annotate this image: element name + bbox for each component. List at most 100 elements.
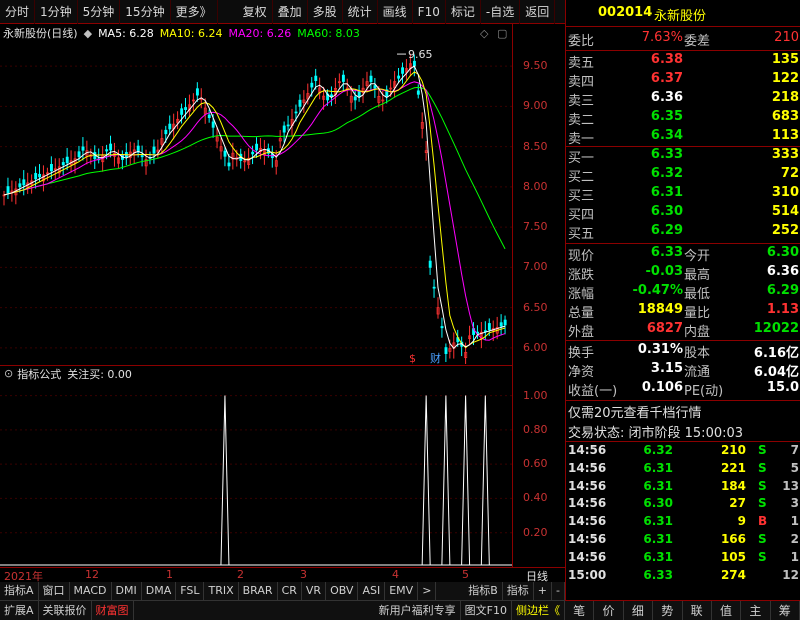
price-tick: 8.00 (523, 179, 548, 193)
candle-body (184, 107, 188, 110)
indicator-tab-1[interactable]: 窗口 (39, 582, 70, 600)
tick-count: 13 (782, 478, 799, 493)
toolbar-item-0[interactable]: 分时 (0, 0, 36, 24)
toolbar-item-1[interactable]: 1分钟 (35, 0, 78, 24)
indicator-spike (421, 395, 431, 566)
indicator-tab-15[interactable]: 指标 (503, 582, 534, 600)
panel-tab-5[interactable]: 值 (712, 601, 742, 620)
toolbar-item-7[interactable]: 多股 (308, 0, 343, 24)
candle-body (251, 151, 255, 155)
stat-label-2: 股本 (684, 346, 711, 361)
tick-time: 14:56 (568, 532, 607, 546)
indicator-tab-11[interactable]: ASI (358, 582, 386, 600)
event-tag-cai: 财 (430, 351, 441, 364)
panel-tab-1[interactable]: 价 (594, 601, 624, 620)
stat-label: 收益(一) (568, 384, 618, 399)
diamond-icon[interactable]: ◇ (480, 27, 488, 40)
chevron-down-icon[interactable]: ⊙ (4, 367, 13, 380)
indicator-tab-12[interactable]: EMV (385, 582, 419, 600)
indicator-tab-3[interactable]: DMI (112, 582, 142, 600)
tick-row: 15:00 6.33 274 12 (566, 568, 800, 586)
candle-body (294, 111, 298, 114)
extension-tab-4[interactable]: 图文F10 (461, 601, 512, 620)
sell-row: 卖二 6.35 683 (566, 109, 800, 129)
buy-row: 买五 6.29 252 (566, 223, 800, 243)
candle-body (503, 319, 507, 326)
quote-value-2: 6.29 (766, 283, 799, 298)
quote-label: 现价 (568, 249, 595, 264)
toolbar-item-12[interactable]: -自选 (481, 0, 521, 24)
tick-side: S (758, 549, 767, 564)
panel-tab-7[interactable]: 筹 (771, 601, 800, 620)
indicator-tick: 0.40 (523, 491, 548, 505)
indicator-spike (220, 395, 230, 566)
indicator-tab-6[interactable]: TRIX (204, 582, 239, 600)
candle-body (282, 125, 286, 133)
toolbar-item-6[interactable]: 叠加 (273, 0, 308, 24)
ma20-label: MA20: 6.26 (228, 26, 292, 40)
tick-volume: 221 (720, 460, 746, 475)
indicator-tab-13[interactable]: > (418, 582, 437, 600)
quote-label-2: 量比 (684, 306, 711, 321)
toolbar-item-9[interactable]: 画线 (378, 0, 413, 24)
sell-row: 卖五 6.38 135 (566, 52, 800, 72)
candlestick-chart[interactable]: 9.655.79$财 (0, 42, 512, 364)
promo-text[interactable]: 仅需20元查看千档行情 (568, 402, 702, 421)
indicator-tab-0[interactable]: 指标A (0, 582, 39, 600)
extension-tab-2[interactable]: 财富图 (92, 601, 134, 620)
candle-body (77, 151, 81, 158)
toolbar-item-11[interactable]: 标记 (446, 0, 481, 24)
tick-row: 14:56 6.30 27 S 3 (566, 496, 800, 514)
extension-tab-5[interactable]: 侧边栏《 (512, 601, 565, 620)
toolbar-item-2[interactable]: 5分钟 (78, 0, 121, 24)
tick-price: 6.31 (643, 549, 673, 564)
indicator-tab-5[interactable]: FSL (176, 582, 205, 600)
candle-body (487, 323, 491, 331)
ma20-line (3, 81, 506, 341)
toolbar-item-5[interactable]: 复权 (238, 0, 273, 24)
panel-tab-3[interactable]: 势 (653, 601, 683, 620)
candle-body (168, 123, 172, 130)
tick-row: 14:56 6.31 184 S 13 (566, 479, 800, 497)
indicator-tab-16[interactable]: + (534, 582, 553, 600)
indicator-tab-17[interactable]: - (552, 582, 565, 600)
toolbar-item-4[interactable]: 更多》 (171, 0, 218, 24)
stock-name: 永新股份 (654, 9, 707, 24)
extension-tab-0[interactable]: 扩展A (0, 601, 39, 620)
panel-tab-0[interactable]: 笔 (565, 601, 595, 620)
panel-tab-6[interactable]: 主 (741, 601, 771, 620)
indicator-tick: 0.80 (523, 422, 548, 436)
indicator-tab-4[interactable]: DMA (142, 582, 177, 600)
panel-tab-4[interactable]: 联 (683, 601, 712, 620)
toolbar-item-8[interactable]: 统计 (343, 0, 378, 24)
ma60-label: MA60: 8.03 (297, 26, 360, 40)
toolbar-item-10[interactable]: F10 (413, 0, 446, 24)
quote-label-2: 最低 (684, 287, 711, 302)
indicator-tab-7[interactable]: BRAR (239, 582, 278, 600)
candle-body (61, 162, 65, 166)
tick-price: 6.33 (643, 567, 673, 582)
promo-row[interactable]: 仅需20元查看千档行情 (566, 402, 800, 422)
candle-body (140, 155, 144, 158)
extension-tab-3[interactable]: 新用户福利专享 (375, 601, 461, 620)
indicator-tab-10[interactable]: OBV (326, 582, 359, 600)
high-marker: 9.65 (408, 48, 433, 61)
indicator-tab-8[interactable]: CR (278, 582, 302, 600)
toolbar-item-13[interactable]: 返回 (520, 0, 556, 24)
buy-volume: 252 (771, 223, 799, 238)
box-icon[interactable]: ▢ (497, 27, 507, 40)
panel-tab-2[interactable]: 细 (624, 601, 654, 620)
indicator-tab-14[interactable]: 指标B (464, 582, 503, 600)
indicator-chart[interactable] (0, 381, 512, 567)
indicator-tab-2[interactable]: MACD (70, 582, 112, 600)
chevron-down-icon[interactable]: ◆ (84, 27, 92, 40)
price-tick: 8.50 (523, 139, 548, 153)
indicator-tabs: 指标A 窗口 MACD DMI DMA FSL TRIX BRAR CR VR OBV ASI EMV >… (0, 582, 565, 600)
indicator-tab-9[interactable]: VR (302, 582, 327, 600)
quote-label: 涨幅 (568, 287, 595, 302)
tick-row: 14:56 6.32 210 S 7 (566, 443, 800, 461)
tick-volume: 274 (720, 567, 746, 582)
extension-tab-1[interactable]: 关联报价 (39, 601, 92, 620)
candle-body (397, 75, 401, 79)
toolbar-item-3[interactable]: 15分钟 (120, 0, 171, 24)
